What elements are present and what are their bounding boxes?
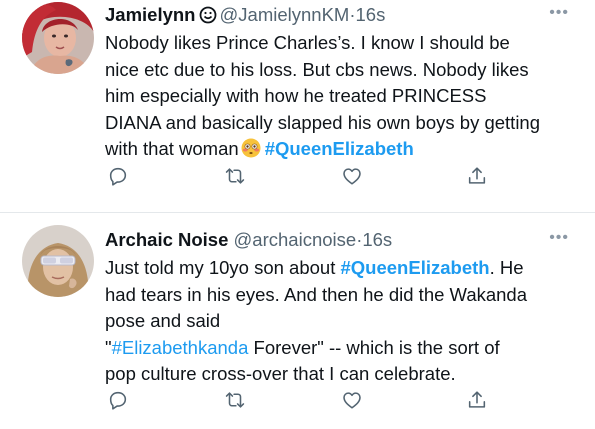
timestamp[interactable]: 16s [362, 229, 392, 250]
tweet-line: pose and said [105, 310, 221, 331]
tweet-line: nice etc due to his loss. But cbs news. … [105, 58, 529, 80]
tweet-line: had tears in his eyes. And then he did t… [105, 283, 528, 305]
timestamp[interactable]: 16s [356, 4, 386, 25]
tweet-line: pop culture cross-over that I can celebr… [105, 363, 456, 384]
tweet-line: Nobody likes Prince Charles’s. I know I … [105, 32, 510, 53]
retweet-icon[interactable] [222, 163, 248, 189]
like-icon[interactable] [339, 387, 365, 413]
smiley-badge-icon [199, 6, 217, 29]
share-icon[interactable] [464, 387, 490, 413]
tweet-actions [105, 163, 505, 189]
share-icon[interactable] [464, 163, 490, 189]
author-name[interactable]: Jamielynn [105, 4, 196, 25]
tweet-header: Archaic Noise @archaicnoise·16s [105, 229, 392, 251]
more-options-icon[interactable]: ••• [549, 229, 569, 247]
retweet-icon[interactable] [222, 387, 248, 413]
tweet-line: DIANA and basically slapped his own boys… [105, 111, 541, 133]
author-name[interactable]: Archaic Noise [105, 229, 228, 250]
more-options-icon[interactable]: ••• [549, 4, 569, 22]
hashtag-link[interactable]: #QueenElizabeth [341, 257, 490, 278]
tweet-line-text: Forever" -- which is the sort of [248, 336, 500, 358]
tweet-line: "#Elizabethkanda Forever" -- which is th… [105, 335, 580, 362]
avatar[interactable] [22, 2, 94, 74]
like-icon[interactable] [339, 163, 365, 189]
tweet-archaic-noise[interactable]: Archaic Noise @archaicnoise·16s ••• Just… [0, 215, 595, 429]
author-handle[interactable]: @JamielynnKM [220, 4, 350, 25]
tweet-text: Nobody likes Prince Charles’s. I know I … [105, 30, 580, 163]
hashtag-link[interactable]: #QueenElizabeth [265, 138, 414, 159]
tweet-line-text: with that woman [105, 138, 239, 159]
tweet-text: Just told my 10yo son about #QueenElizab… [105, 255, 580, 388]
tweet-header: Jamielynn @JamielynnKM·16s [105, 4, 385, 29]
avatar[interactable] [22, 225, 94, 297]
author-handle[interactable]: @archaicnoise [234, 229, 357, 250]
reply-icon[interactable] [105, 387, 131, 413]
tweet-line: Just told my 10yo son about #QueenElizab… [105, 255, 580, 282]
tweet-line: him especially with how he treated PRINC… [105, 85, 487, 106]
flushed-face-emoji [241, 138, 261, 158]
tweet-actions [105, 387, 505, 413]
reply-icon[interactable] [105, 163, 131, 189]
tweet-jamielynn[interactable]: Jamielynn @JamielynnKM·16s ••• Nobody lik… [0, 0, 595, 213]
tweet-line-text: Just told my 10yo son about [105, 257, 336, 278]
hashtag-link[interactable]: #Elizabethkanda [112, 337, 249, 358]
tweet-line-text: . He [489, 257, 524, 278]
tweet-line: with that woman #QueenElizabeth [105, 136, 580, 163]
tweet-divider [0, 212, 595, 213]
tweet-line-text: " [105, 336, 112, 358]
